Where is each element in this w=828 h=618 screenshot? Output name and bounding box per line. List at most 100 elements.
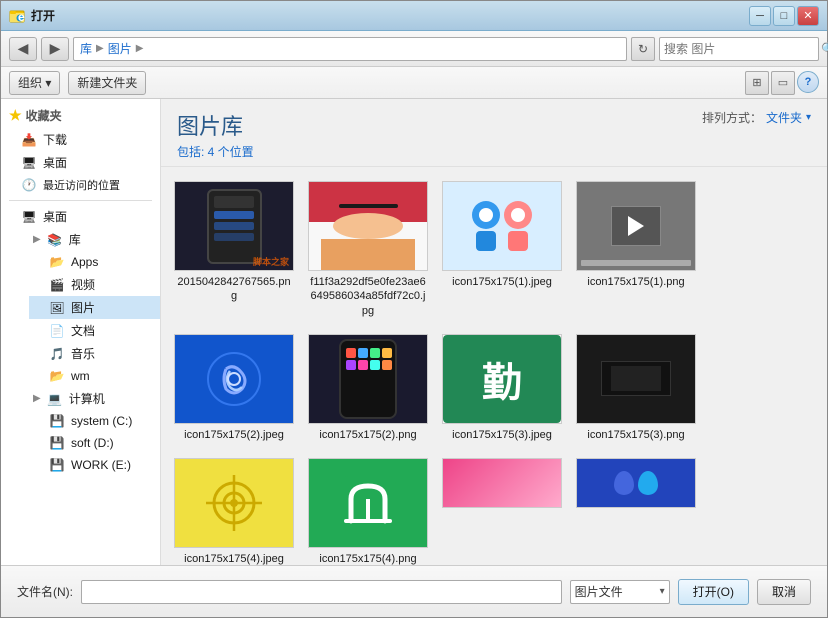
breadcrumb-pictures[interactable]: 图片 [108, 40, 132, 57]
view-grid-button[interactable]: ⊞ [745, 71, 769, 95]
sidebar-item-music[interactable]: 🎵 音乐 [29, 342, 160, 365]
file-area: 图片库 包括: 4 个位置 排列方式： 文件夹 ▾ [161, 99, 827, 565]
pictures-label: 图片 [71, 299, 95, 316]
sidebar-item-desktop-tree[interactable]: 🖥 桌面 [1, 205, 160, 228]
computer-label: 计算机 [69, 390, 105, 407]
maximize-button[interactable]: □ [773, 6, 795, 26]
library-label: 库 [69, 231, 81, 248]
cancel-label: 取消 [772, 583, 796, 600]
forward-button[interactable]: ▶ [41, 37, 69, 61]
cancel-button[interactable]: 取消 [757, 579, 811, 605]
file-name-2: f11f3a292df5e0fe23ae6649586034a85fdf72c0… [309, 275, 427, 318]
desktop-tree-icon: 🖥 [21, 209, 37, 225]
library-title: 图片库 [177, 109, 254, 141]
file-item-4[interactable]: icon175x175(1).png [571, 175, 701, 324]
file-item-10[interactable]: icon175x175(4).png [303, 452, 433, 565]
music-label: 音乐 [71, 345, 95, 362]
sidebar-item-apps[interactable]: 📂 Apps [29, 251, 160, 273]
documents-icon: 📄 [49, 323, 65, 339]
documents-label: 文档 [71, 322, 95, 339]
filename-label: 文件名(N): [17, 583, 73, 600]
e-drive-label: WORK (E:) [71, 458, 131, 472]
pictures-icon: 🖼 [49, 300, 65, 316]
file-item-12[interactable] [571, 452, 701, 565]
file-thumbnail-2 [308, 181, 428, 271]
organize-label: 组织 ▾ [18, 74, 51, 91]
file-name-3: icon175x175(1).jpeg [452, 275, 552, 289]
minimize-button[interactable]: ─ [749, 6, 771, 26]
downloads-icon: 📥 [21, 132, 37, 148]
file-dialog-window: e 打开 ─ □ ✕ ◀ ▶ 库 ▶ 图片 ▶ ↻ 🔍 组织 ▾ 新建文件夹 [0, 0, 828, 618]
sidebar-divider1 [9, 200, 152, 201]
sort-value[interactable]: 文件夹 [766, 109, 802, 126]
file-name-6: icon175x175(2).png [319, 428, 416, 442]
desktop-label: 桌面 [43, 154, 67, 171]
breadcrumb-sep1: ▶ [96, 43, 104, 54]
file-item-7[interactable]: 勤 icon175x175(3).jpeg [437, 328, 567, 448]
file-item-11[interactable] [437, 452, 567, 565]
file-grid-container[interactable]: 脚本之家 2015042842767565.png [161, 167, 827, 565]
organize-button[interactable]: 组织 ▾ [9, 71, 60, 95]
d-drive-icon: 💾 [49, 435, 65, 451]
sidebar-item-e-drive[interactable]: 💾 WORK (E:) [29, 454, 160, 476]
library-header: 图片库 包括: 4 个位置 排列方式： 文件夹 ▾ [161, 99, 827, 167]
sidebar-item-recent[interactable]: 🕐 最近访问的位置 [1, 174, 160, 196]
back-button[interactable]: ◀ [9, 37, 37, 61]
sort-arrow[interactable]: ▾ [806, 112, 811, 123]
apps-icon: 📂 [49, 254, 65, 270]
new-folder-button[interactable]: 新建文件夹 [68, 71, 146, 95]
c-drive-label: system (C:) [71, 414, 132, 428]
filename-input[interactable] [81, 580, 562, 604]
file-item-6[interactable]: icon175x175(2).png [303, 328, 433, 448]
apps-label: Apps [71, 255, 98, 269]
sidebar-item-desktop[interactable]: 🖥 桌面 [1, 151, 160, 174]
library-subtitle-text[interactable]: 包括: 4 个位置 [177, 145, 254, 159]
sidebar-item-d-drive[interactable]: 💾 soft (D:) [29, 432, 160, 454]
file-item-8[interactable]: icon175x175(3).png [571, 328, 701, 448]
file-item-1[interactable]: 脚本之家 2015042842767565.png [169, 175, 299, 324]
sidebar-item-c-drive[interactable]: 💾 system (C:) [29, 410, 160, 432]
filetype-dropdown[interactable]: 图片文件 ▾ [570, 580, 670, 604]
library-sub: 📂 Apps 🎬 视频 🖼 图片 📄 文 [13, 251, 160, 387]
title-bar: e 打开 ─ □ ✕ [1, 1, 827, 31]
sidebar-item-documents[interactable]: 📄 文档 [29, 319, 160, 342]
filetype-text: 图片文件 [575, 583, 623, 600]
sidebar-item-library[interactable]: ▶ 📚 库 [13, 228, 160, 251]
sidebar-item-computer[interactable]: ▶ 💻 计算机 [13, 387, 160, 410]
search-input[interactable] [664, 42, 819, 56]
open-button[interactable]: 打开(O) [678, 579, 749, 605]
file-name-7: icon175x175(3).jpeg [452, 428, 552, 442]
refresh-button[interactable]: ↻ [631, 37, 655, 61]
address-bar[interactable]: 库 ▶ 图片 ▶ [73, 37, 627, 61]
favorites-header: ★ 收藏夹 [1, 103, 160, 128]
help-button[interactable]: ? [797, 71, 819, 93]
search-box[interactable]: 🔍 [659, 37, 819, 61]
close-button[interactable]: ✕ [797, 6, 819, 26]
sidebar-item-downloads[interactable]: 📥 下载 [1, 128, 160, 151]
window-icon: e [9, 8, 25, 24]
sidebar-item-wm[interactable]: 📂 wm [29, 365, 160, 387]
file-item-9[interactable]: icon175x175(4).jpeg [169, 452, 299, 565]
file-item-2[interactable]: f11f3a292df5e0fe23ae6649586034a85fdf72c0… [303, 175, 433, 324]
breadcrumb-library[interactable]: 库 [80, 40, 92, 57]
view-list-button[interactable]: ▭ [771, 71, 795, 95]
svg-text:e: e [18, 10, 25, 24]
file-item-5[interactable]: icon175x175(2).jpeg [169, 328, 299, 448]
library-info: 图片库 包括: 4 个位置 [177, 109, 254, 160]
file-item-3[interactable]: icon175x175(1).jpeg [437, 175, 567, 324]
sidebar-item-videos[interactable]: 🎬 视频 [29, 273, 160, 296]
file-name-5: icon175x175(2).jpeg [184, 428, 284, 442]
file-name-4: icon175x175(1).png [587, 275, 684, 289]
library-icon: 📚 [47, 232, 63, 248]
computer-sub: 💾 system (C:) 💾 soft (D:) 💾 WORK (E:) [13, 410, 160, 476]
file-thumbnail-8 [576, 334, 696, 424]
c-drive-icon: 💾 [49, 413, 65, 429]
bottom-bar: 文件名(N): 图片文件 ▾ 打开(O) 取消 [1, 565, 827, 617]
expand-arrow-computer: ▶ [33, 393, 41, 404]
new-folder-label: 新建文件夹 [77, 74, 137, 91]
sidebar-item-pictures[interactable]: 🖼 图片 [29, 296, 160, 319]
downloads-label: 下载 [43, 131, 67, 148]
file-name-1: 2015042842767565.png [175, 275, 293, 304]
library-subtitle: 包括: 4 个位置 [177, 143, 254, 160]
favorites-section: ★ 收藏夹 📥 下载 🖥 桌面 🕐 最近访问的位置 [1, 103, 160, 196]
